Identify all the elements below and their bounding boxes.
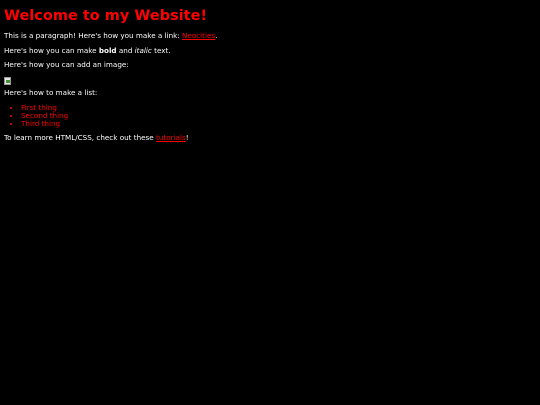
- footer-text: To learn more HTML/CSS, check out these: [4, 132, 157, 142]
- italic-text: italic: [134, 45, 152, 55]
- intro-paragraph: This is a paragraph! Here's how you make…: [4, 30, 540, 41]
- page-title: Welcome to my Website!: [4, 8, 208, 24]
- list-item: First thing: [21, 103, 540, 112]
- list-item: Second thing: [21, 111, 540, 120]
- formatting-text: Here's how you can make: [4, 45, 99, 55]
- item-list: First thing Second thing Third thing: [4, 103, 540, 128]
- formatting-and: and: [116, 45, 135, 55]
- footer-exclamation: !: [185, 132, 189, 142]
- intro-text: This is a paragraph! Here's how you make…: [4, 30, 183, 40]
- formatting-end: text.: [151, 45, 171, 55]
- neocities-link[interactable]: Neocities: [182, 31, 215, 40]
- bold-text: bold: [98, 45, 117, 55]
- formatting-paragraph: Here's how you can make bold and italic …: [4, 45, 540, 56]
- tutorials-link[interactable]: tutorials: [156, 133, 186, 142]
- image-container: [4, 76, 540, 85]
- broken-image-icon: [4, 76, 11, 85]
- list-intro-paragraph: Here's how to make a list:: [4, 87, 98, 97]
- image-paragraph: Here's how you can add an image:: [4, 60, 129, 70]
- footer-paragraph: To learn more HTML/CSS, check out these …: [4, 132, 540, 143]
- list-item: Third thing: [21, 119, 540, 128]
- page: Welcome to my Website! This is a paragra…: [0, 0, 540, 142]
- intro-period: .: [215, 30, 218, 40]
